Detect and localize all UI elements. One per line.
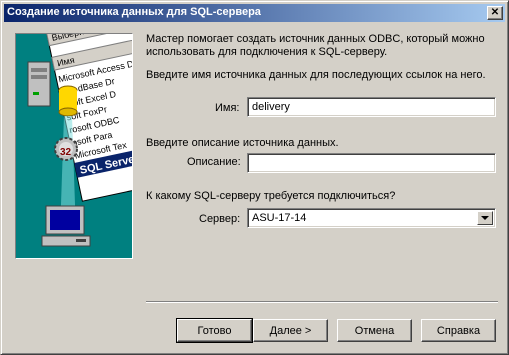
finish-button[interactable]: Готово (176, 318, 253, 343)
close-icon: ✕ (490, 7, 500, 18)
description-label: Описание: (187, 156, 241, 168)
title-bar[interactable]: Создание источника данных для SQL-сервер… (4, 4, 505, 22)
description-input[interactable] (247, 153, 496, 173)
server-prompt: К какому SQL-серверу требуется подключит… (146, 190, 396, 202)
cancel-button[interactable]: Отмена (337, 319, 412, 342)
window-title: Создание источника данных для SQL-сервер… (7, 6, 261, 18)
name-input[interactable]: delivery (247, 97, 496, 117)
intro-line-2: использовать для подключения к SQL-серве… (146, 46, 388, 58)
gear-icon: 32 (54, 137, 78, 161)
intro-text: Мастер помогает создать источник данных … (146, 33, 485, 59)
server-dropdown-button[interactable] (477, 211, 493, 225)
name-prompt: Введите имя источника данных для последу… (146, 69, 486, 81)
illus-badge: 32 (60, 147, 72, 158)
close-button[interactable]: ✕ (487, 6, 503, 20)
name-label: Имя: (215, 102, 240, 114)
separator (146, 301, 498, 303)
wizard-graphic: Выберите драй Имя Microsoft Access D sof… (16, 34, 132, 258)
computer-icon (41, 205, 91, 247)
chevron-down-icon (481, 216, 489, 220)
server-combobox[interactable]: ASU-17-14 (247, 208, 496, 228)
help-button[interactable]: Справка (421, 319, 496, 342)
wizard-illustration: Выберите драй Имя Microsoft Access D sof… (15, 33, 133, 259)
server-value: ASU-17-14 (252, 212, 307, 224)
dialog-window: Создание источника данных для SQL-сервер… (0, 0, 509, 355)
database-icon (58, 85, 78, 117)
next-button[interactable]: Далее > (253, 319, 328, 342)
server-icon (27, 61, 51, 107)
description-prompt: Введите описание источника данных. (146, 137, 339, 149)
server-label: Сервер: (199, 213, 241, 225)
intro-line-1: Мастер помогает создать источник данных … (146, 33, 485, 45)
